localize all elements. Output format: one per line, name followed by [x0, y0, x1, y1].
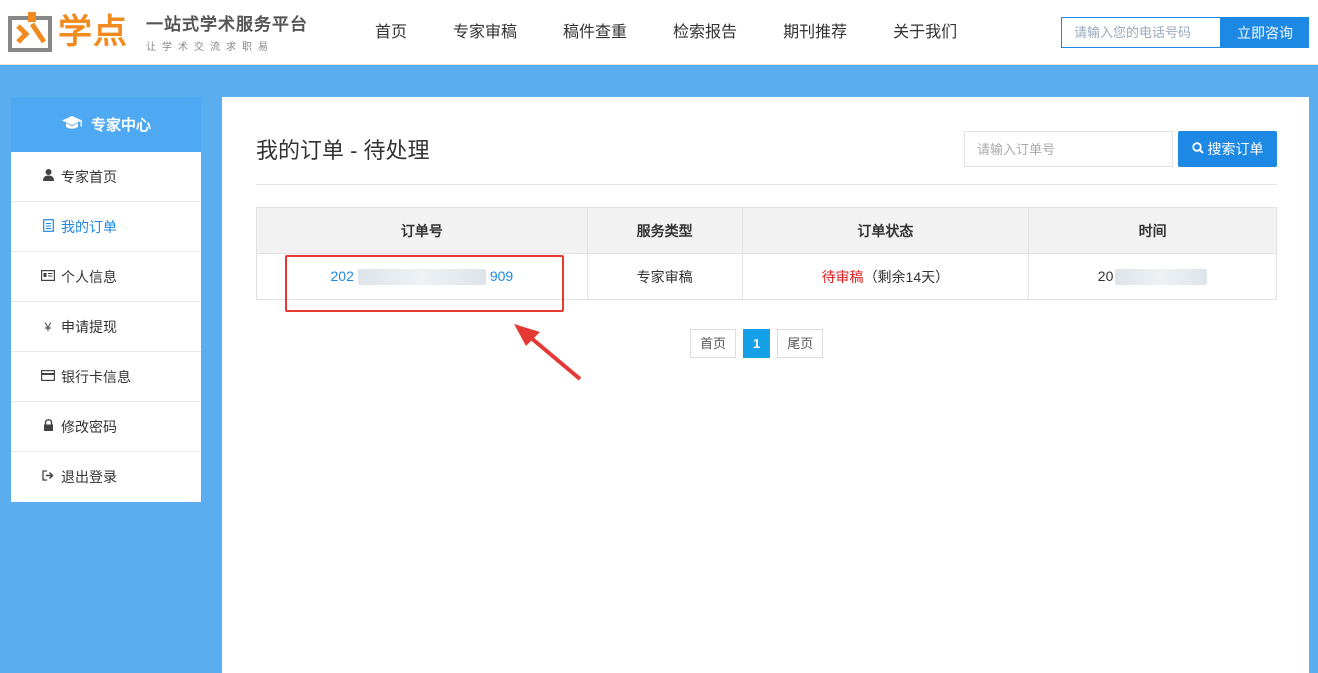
table-header-row: 订单号 服务类型 订单状态 时间 [256, 207, 1277, 254]
brand-tagline-block: 一站式学术服务平台 让学术交流求职易 [146, 10, 308, 53]
sidebar-item-label: 申请提现 [61, 318, 117, 335]
order-time-cell: 20 [1028, 253, 1277, 300]
logo-mark-icon [8, 11, 54, 52]
column-header-status: 订单状态 [741, 207, 1030, 254]
pager-first[interactable]: 首页 [690, 329, 737, 358]
sidebar-item-label: 专家首页 [61, 168, 117, 185]
sidebar-item-change-password[interactable]: 修改密码 [11, 402, 201, 452]
sidebar-item-bank-card[interactable]: 银行卡信息 [11, 352, 201, 402]
column-header-order-no: 订单号 [256, 207, 588, 254]
sidebar-item-my-orders[interactable]: 我的订单 [11, 202, 201, 252]
graduation-cap-icon [61, 115, 83, 135]
sidebar-item-expert-home[interactable]: 专家首页 [11, 152, 201, 202]
nav-item-plagiarism-check[interactable]: 稿件查重 [563, 0, 627, 65]
redacted-block [1115, 269, 1208, 286]
search-icon [1191, 141, 1204, 157]
column-header-time: 时间 [1028, 207, 1277, 254]
page-title: 我的订单 - 待处理 [256, 138, 430, 163]
nav-item-journal-recommend[interactable]: 期刊推荐 [783, 0, 847, 65]
sidebar-item-label: 我的订单 [61, 218, 117, 235]
yen-icon: ¥ [44, 319, 52, 334]
sidebar-item-label: 退出登录 [61, 469, 117, 485]
status-note: （剩余14天） [863, 268, 950, 285]
nav-item-search-report[interactable]: 检索报告 [673, 0, 737, 65]
pager-current-page[interactable]: 1 [743, 329, 771, 358]
phone-input[interactable] [1061, 17, 1221, 48]
user-icon [41, 169, 55, 184]
nav-item-about[interactable]: 关于我们 [893, 0, 957, 65]
sidebar: 专家中心 专家首页 我的订单 个人信息 ¥ 申请提现 银行卡信息 修改密码 退出… [11, 97, 201, 502]
logout-icon [41, 470, 55, 484]
order-status-cell: 待审稿（剩余14天） [741, 253, 1030, 300]
red-arrow-icon [512, 322, 584, 387]
sidebar-header: 专家中心 [11, 97, 201, 152]
sidebar-item-label: 银行卡信息 [61, 368, 131, 385]
sidebar-item-label: 个人信息 [61, 268, 117, 285]
service-type-cell: 专家审稿 [586, 253, 743, 300]
consult-button[interactable]: 立即咨询 [1221, 17, 1309, 48]
sidebar-item-logout[interactable]: 退出登录 [11, 452, 201, 502]
site-logo[interactable]: 学点 一站式学术服务平台 让学术交流求职易 [8, 10, 308, 53]
sidebar-item-withdraw[interactable]: ¥ 申请提现 [11, 302, 201, 352]
credit-card-icon [41, 369, 56, 384]
main-panel: 我的订单 - 待处理 搜索订单 订单号 服务类型 订单状态 时间 202909 [222, 97, 1309, 673]
order-search-input[interactable] [964, 131, 1173, 167]
brand-name: 学点 [58, 11, 128, 52]
column-header-service: 服务类型 [586, 207, 743, 254]
lock-icon [41, 419, 55, 434]
document-icon [41, 218, 55, 235]
pagination: 首页 1 尾页 [690, 329, 824, 358]
sidebar-item-profile[interactable]: 个人信息 [11, 252, 201, 302]
consult-form: 立即咨询 [1061, 17, 1309, 48]
brand-tagline: 一站式学术服务平台 [146, 15, 308, 35]
search-button-label: 搜索订单 [1207, 141, 1264, 157]
main-nav: 首页 专家审稿 稿件查重 检索报告 期刊推荐 关于我们 [375, 0, 1003, 65]
nav-item-home[interactable]: 首页 [375, 0, 407, 65]
time-prefix: 20 [1097, 267, 1114, 284]
sidebar-item-label: 修改密码 [61, 418, 117, 435]
title-divider [256, 184, 1277, 185]
sidebar-title: 专家中心 [90, 117, 151, 134]
id-card-icon [41, 269, 56, 284]
top-header: 学点 一站式学术服务平台 让学术交流求职易 首页 专家审稿 稿件查重 检索报告 … [0, 0, 1318, 65]
pager-last[interactable]: 尾页 [777, 329, 824, 358]
highlight-box [285, 255, 564, 312]
brand-slogan: 让学术交流求职易 [146, 42, 274, 53]
nav-item-expert-review[interactable]: 专家审稿 [453, 0, 517, 65]
order-status: 待审稿 [821, 268, 864, 285]
search-orders-button[interactable]: 搜索订单 [1178, 131, 1277, 167]
